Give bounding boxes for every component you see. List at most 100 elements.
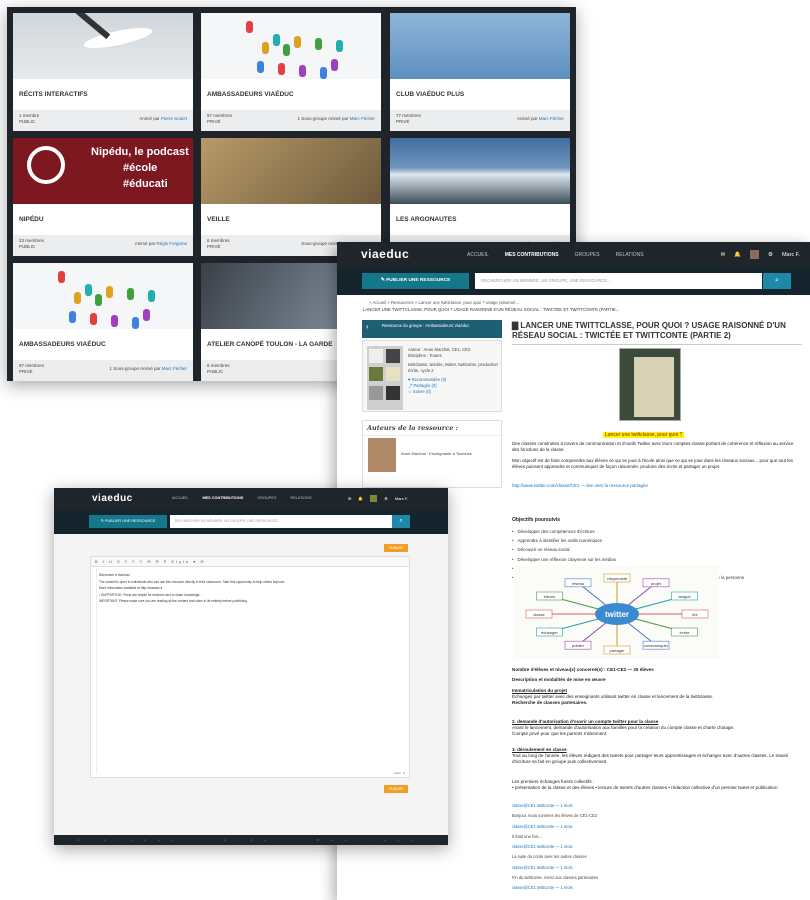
animator: Animé par Marc Fécher	[516, 116, 564, 121]
resource-poster-image[interactable]	[619, 348, 681, 421]
animator-link[interactable]: Régis Forgione	[156, 241, 187, 246]
search-input[interactable]: RECHERCHER UN MEMBRE, UN GROUPE, UNE RES…	[170, 515, 392, 528]
authors-box: Auteurs de la ressource : Anne Marchal ·…	[362, 420, 502, 488]
tweet-text: Fin du twittconte, merci aux classes par…	[512, 875, 599, 881]
group-image[interactable]: Nipédu, le podcast #école #éducati	[13, 138, 193, 204]
publish-top-button[interactable]: PUBLIER	[384, 544, 408, 552]
resource-thumbnails[interactable]	[367, 346, 403, 410]
nav-accueil[interactable]: ACCUEIL	[172, 496, 188, 500]
author-avatar[interactable]	[368, 438, 396, 472]
group-image[interactable]	[13, 13, 193, 79]
publish-label: PUBLIER UNE RESSOURCE	[104, 519, 156, 523]
word-count: Mots : 0	[394, 771, 405, 775]
animator-link[interactable]: Marc Fécher	[539, 116, 564, 121]
gear-icon[interactable]: ⚙	[768, 252, 773, 258]
resource-discipline: Discipline : Toutes	[408, 353, 442, 358]
group-image[interactable]	[390, 13, 570, 79]
nav-accueil[interactable]: ACCUEIL	[467, 252, 489, 258]
group-card[interactable]: AMBASSADEURS VIAÉDUC 97 membres PRIVÉ 1 Sou…	[201, 13, 381, 131]
search-button[interactable]: ⌕	[392, 515, 410, 528]
mindmap-node-label: publier	[572, 643, 585, 648]
group-title[interactable]: CLUB VIAÉDUC PLUS	[396, 91, 464, 98]
mindmap-node-label: écrire	[680, 630, 691, 635]
animator: 1 Sous-groupe Animé par Marc Fécher	[297, 116, 375, 121]
tweet-list: classe@CE1 twittconte — 1 mois Bonjour, …	[512, 801, 792, 894]
publish-button[interactable]: ✎ PUBLIER UNE RESSOURCE	[362, 273, 469, 289]
tweet-author[interactable]: classe@CE1 twittconte — 1 mois	[512, 822, 792, 832]
avatar[interactable]	[750, 250, 760, 259]
group-footer: 77 membres PRIVÉ Animé par Marc Fécher	[390, 110, 570, 131]
group-image[interactable]	[201, 13, 381, 79]
group-card[interactable]: Nipédu, le podcast #école #éducati NIPÉDU 23…	[13, 138, 193, 256]
publish-bottom-button[interactable]: PUBLIER	[384, 785, 408, 793]
tweet-author[interactable]: classe@CE1 twittconte — 1 mois	[512, 863, 792, 873]
nav-relations[interactable]: RELATIONS	[616, 252, 644, 258]
group-title[interactable]: RÉCITS INTERACTIFS	[19, 91, 88, 98]
resource-tags: twittclasse, twictée, twitter, twittcont…	[408, 362, 498, 373]
rich-text-editor[interactable]: B I U S ≡ ≡ ≡ ⟲ ⟳ ¶ Style ▾ ⊘ Bienvenue …	[90, 556, 410, 778]
mindmap-node-label: langue	[679, 594, 692, 599]
user-name[interactable]: Marc F.	[782, 252, 800, 258]
footer: À propos · Aide · Mentions légales · Con…	[54, 835, 448, 845]
mail-icon[interactable]: ✉	[721, 252, 726, 258]
follow-link[interactable]: ☆ Suivre (0)	[408, 389, 500, 395]
user-name[interactable]: Marc F.	[395, 496, 408, 501]
mail-icon[interactable]: ✉	[348, 496, 351, 501]
group-card[interactable]: VEILLE8 membresPRIVÉSous-groupe Animé pa…	[201, 138, 381, 256]
group-title[interactable]: VEILLE	[207, 216, 230, 223]
group-card[interactable]: AMBASSADEURS VIAÉDUC 97 membres PRIVÉ 1 Sou…	[13, 263, 193, 381]
main-menu: ACCUEIL MES CONTRIBUTIONS GROUPES RELATI…	[172, 496, 312, 500]
tweet-author[interactable]: classe@CE1 twittconte — 1 mois	[512, 883, 792, 893]
tweet-author[interactable]: classe@CE1 twittconte — 1 mois	[512, 842, 792, 852]
animator-link[interactable]: Pierre Soulet	[161, 116, 187, 121]
chevron-left-icon[interactable]: ‹	[366, 323, 369, 330]
animator: Animé par Régis Forgione	[134, 241, 187, 246]
publish-button[interactable]: ✎ PUBLIER UNE RESSOURCE	[89, 515, 167, 528]
nav-groupes[interactable]: GROUPES	[257, 496, 276, 500]
editor-toolbar[interactable]: B I U S ≡ ≡ ≡ ⟲ ⟳ ¶ Style ▾ ⊘	[91, 557, 409, 567]
authors-heading: Auteurs de la ressource :	[363, 421, 501, 436]
resource-title: ▇ LANCER UNE TWITTCLASSE, POUR QUOI ? US…	[512, 321, 802, 345]
author-name[interactable]: Anne Marchal · Enseignante à Toulouse	[401, 451, 472, 456]
group-title[interactable]: AMBASSADEURS VIAÉDUC	[207, 91, 294, 98]
section-4-list: • présentation de la classe et des élève…	[512, 785, 778, 790]
animator-link[interactable]: Marc Fécher	[350, 116, 375, 121]
avatar[interactable]	[370, 495, 378, 502]
group-image[interactable]	[201, 138, 381, 204]
group-title[interactable]: LES ARGONAUTES	[396, 216, 456, 223]
editor-line: More information available at http://via…	[99, 586, 163, 591]
group-title[interactable]: NIPÉDU	[19, 216, 44, 223]
search-input[interactable]: RECHERCHER UN MEMBRE, UN GROUPE, UNE RES…	[475, 273, 762, 289]
bell-icon[interactable]: 🔔	[358, 496, 363, 501]
nav-contributions[interactable]: MES CONTRIBUTIONS	[202, 496, 243, 500]
editor-content[interactable]: Bienvenue à Viaéduc! The summit is open …	[99, 572, 399, 605]
mindmap-center-label: twitter	[605, 610, 629, 619]
objectives-title: Objectifs poursuivis	[512, 517, 561, 523]
group-title[interactable]: ATELIER CANOPÉ TOULON - LA GARDE	[207, 341, 333, 348]
nav-contributions[interactable]: MES CONTRIBUTIONS	[505, 252, 559, 258]
group-banner[interactable]: ‹ Ressource du groupe : Ambassadeurs Via…	[362, 320, 502, 338]
viaeduc-logo[interactable]: viaeduc	[361, 247, 409, 261]
search-button[interactable]: ⌕	[763, 273, 791, 289]
section-1: Immatriculation du projet Échanges par t…	[512, 688, 798, 706]
headphones-icon	[27, 146, 65, 184]
nav-relations[interactable]: RELATIONS	[290, 496, 311, 500]
tweet-author[interactable]: classe@CE1 twittconte — 1 mois	[512, 801, 792, 811]
group-image[interactable]	[390, 138, 570, 204]
mindmap-image[interactable]: lire écrire communiquer partager publier écha…	[515, 566, 719, 658]
bell-icon[interactable]: 🔔	[734, 252, 741, 258]
group-image[interactable]	[13, 263, 193, 329]
nav-groupes[interactable]: GROUPES	[575, 252, 600, 258]
group-card[interactable]: CLUB VIAÉDUC PLUS 77 membres PRIVÉ Animé pa…	[390, 13, 570, 131]
resource-url[interactable]: http://www.twitter.com/classe/CE1 — lien…	[512, 483, 797, 489]
gear-icon[interactable]: ⚙	[384, 496, 388, 501]
editor-line: IMPORTANT: Please make sure you are read…	[99, 599, 248, 604]
viaeduc-logo[interactable]: viaeduc	[92, 493, 133, 504]
breadcrumb[interactable]: » Accueil » Ressources » Lancer une twit…	[369, 300, 519, 305]
group-card[interactable]: LES ARGONAUTESAnimé par Marc Fécher	[390, 138, 570, 256]
group-card[interactable]: RÉCITS INTERACTIFS 1 membre PUBLIC Animé pa…	[13, 13, 193, 131]
list-item: Développer des compétences d'écriture	[512, 527, 802, 536]
animator-link[interactable]: Marc Fécher	[162, 366, 187, 371]
group-title[interactable]: AMBASSADEURS VIAÉDUC	[19, 341, 106, 348]
top-nav: viaeduc ACCUEIL MES CONTRIBUTIONS GROUPE…	[54, 488, 448, 510]
